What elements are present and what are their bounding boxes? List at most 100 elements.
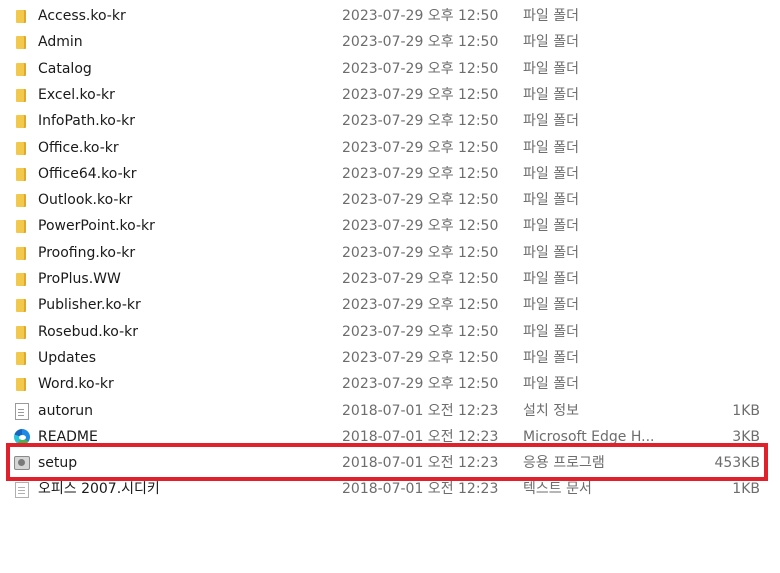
file-name: ProPlus.WW bbox=[38, 271, 121, 287]
file-icon-cell bbox=[14, 476, 32, 502]
file-row[interactable]: Word.ko-kr 2023-07-29 오후 12:50 파일 폴더 bbox=[0, 371, 780, 397]
file-type: 텍스트 문서 bbox=[523, 481, 592, 498]
file-type: 응용 프로그램 bbox=[523, 455, 605, 472]
file-size bbox=[670, 266, 760, 292]
file-name: 오피스 2007.시디키 bbox=[38, 481, 160, 498]
file-size: 1KB bbox=[732, 481, 760, 498]
file-date: 2023-07-29 오후 12:50 bbox=[342, 297, 499, 314]
file-type: 파일 폴더 bbox=[523, 271, 579, 287]
file-row[interactable]: Publisher.ko-kr 2023-07-29 오후 12:50 파일 폴더 bbox=[0, 292, 780, 318]
folder-icon bbox=[16, 273, 24, 286]
file-name: Admin bbox=[38, 34, 83, 51]
file-date: 2023-07-29 오후 12:50 bbox=[342, 165, 499, 182]
file-icon-cell bbox=[14, 319, 32, 345]
file-row[interactable]: Updates 2023-07-29 오후 12:50 파일 폴더 bbox=[0, 345, 780, 371]
file-name: Proofing.ko-kr bbox=[38, 244, 136, 261]
file-size bbox=[670, 161, 760, 187]
file-type: 파일 폴더 bbox=[523, 165, 579, 182]
file-size: 1KB bbox=[732, 402, 760, 419]
file-row[interactable]: ProPlus.WW 2023-07-29 오후 12:50 파일 폴더 bbox=[0, 266, 780, 292]
file-size bbox=[670, 135, 760, 161]
folder-icon bbox=[16, 378, 24, 392]
file-row[interactable]: 오피스 2007.시디키 2018-07-01 오전 12:23 텍스트 문서 1KB bbox=[0, 476, 780, 502]
file-name: README bbox=[38, 428, 98, 445]
folder-icon bbox=[16, 325, 24, 339]
file-size: 3KB bbox=[732, 428, 760, 445]
file-icon-cell bbox=[14, 240, 32, 266]
file-row[interactable]: setup 2018-07-01 오전 12:23 응용 프로그램 453KB bbox=[0, 450, 780, 476]
file-icon-cell bbox=[14, 3, 32, 29]
file-row[interactable]: Office64.ko-kr 2023-07-29 오후 12:50 파일 폴더 bbox=[0, 161, 780, 187]
folder-icon bbox=[16, 194, 24, 208]
file-name: autorun bbox=[38, 402, 94, 419]
file-row[interactable]: InfoPath.ko-kr 2023-07-29 오후 12:50 파일 폴더 bbox=[0, 108, 780, 134]
file-type: 파일 폴더 bbox=[523, 323, 579, 340]
folder-icon bbox=[16, 351, 24, 365]
file-size bbox=[670, 108, 760, 134]
edge-icon bbox=[14, 428, 30, 445]
file-type: 파일 폴더 bbox=[523, 139, 579, 156]
file-icon-cell bbox=[14, 424, 32, 450]
file-date: 2023-07-29 오후 12:50 bbox=[342, 60, 499, 77]
file-size bbox=[670, 292, 760, 318]
file-row[interactable]: autorun 2018-07-01 오전 12:23 설치 정보 1KB bbox=[0, 398, 780, 424]
file-name: setup bbox=[38, 455, 78, 472]
file-name: Rosebud.ko-kr bbox=[38, 323, 139, 340]
folder-icon bbox=[16, 88, 24, 102]
file-date: 2018-07-01 오전 12:23 bbox=[342, 402, 499, 419]
file-name: Publisher.ko-kr bbox=[38, 297, 141, 314]
file-type: 파일 폴더 bbox=[523, 218, 579, 235]
file-type: 파일 폴더 bbox=[523, 349, 579, 366]
file-size bbox=[670, 319, 760, 345]
file-row[interactable]: Rosebud.ko-kr 2023-07-29 오후 12:50 파일 폴더 bbox=[0, 319, 780, 345]
file-date: 2023-07-29 오후 12:50 bbox=[342, 86, 499, 103]
file-size bbox=[670, 345, 760, 371]
file-row[interactable]: README 2018-07-01 오전 12:23 Microsoft Edge … bbox=[0, 424, 780, 450]
file-row[interactable]: Admin 2023-07-29 오후 12:50 파일 폴더 bbox=[0, 29, 780, 55]
file-icon-cell bbox=[14, 398, 32, 424]
folder-icon bbox=[16, 62, 24, 76]
folder-icon bbox=[16, 299, 24, 313]
file-name: Catalog bbox=[38, 60, 92, 77]
file-size bbox=[670, 187, 760, 213]
file-size bbox=[670, 213, 760, 239]
file-size bbox=[670, 240, 760, 266]
folder-icon bbox=[16, 167, 24, 181]
file-name: Office.ko-kr bbox=[38, 139, 119, 156]
file-icon-cell bbox=[14, 108, 32, 134]
file-icon-cell bbox=[14, 29, 32, 55]
file-size bbox=[670, 371, 760, 397]
file-type: 설치 정보 bbox=[523, 402, 579, 419]
file-icon-cell bbox=[14, 56, 32, 82]
file-date: 2018-07-01 오전 12:23 bbox=[342, 455, 499, 472]
file-icon-cell bbox=[14, 345, 32, 371]
file-name: Word.ko-kr bbox=[38, 376, 114, 393]
file-size bbox=[670, 82, 760, 108]
file-row[interactable]: Access.ko-kr 2023-07-29 오후 12:50 파일 폴더 bbox=[0, 3, 780, 29]
folder-icon bbox=[16, 220, 24, 234]
setup-info-icon bbox=[15, 402, 29, 420]
file-row[interactable]: Office.ko-kr 2023-07-29 오후 12:50 파일 폴더 bbox=[0, 135, 780, 161]
file-date: 2023-07-29 오후 12:50 bbox=[342, 34, 499, 51]
file-type: 파일 폴더 bbox=[523, 244, 579, 261]
setup-icon bbox=[14, 456, 30, 471]
file-date: 2023-07-29 오후 12:50 bbox=[342, 139, 499, 156]
text-file-icon bbox=[15, 482, 29, 499]
file-row[interactable]: Proofing.ko-kr 2023-07-29 오후 12:50 파일 폴더 bbox=[0, 240, 780, 266]
file-row[interactable]: Excel.ko-kr 2023-07-29 오후 12:50 파일 폴더 bbox=[0, 82, 780, 108]
file-name: PowerPoint.ko-kr bbox=[38, 218, 155, 235]
file-date: 2023-07-29 오후 12:50 bbox=[342, 244, 499, 261]
file-date: 2023-07-29 오후 12:50 bbox=[342, 192, 499, 209]
file-date: 2023-07-29 오후 12:50 bbox=[342, 323, 499, 340]
file-row[interactable]: Catalog 2023-07-29 오후 12:50 파일 폴더 bbox=[0, 56, 780, 82]
file-size: 453KB bbox=[714, 455, 760, 472]
file-size bbox=[670, 3, 760, 29]
file-row[interactable]: Outlook.ko-kr 2023-07-29 오후 12:50 파일 폴더 bbox=[0, 187, 780, 213]
folder-icon bbox=[16, 10, 24, 23]
file-date: 2023-07-29 오후 12:50 bbox=[342, 113, 499, 130]
file-name: Outlook.ko-kr bbox=[38, 192, 133, 209]
file-type: Microsoft Edge H... bbox=[523, 428, 655, 445]
file-row[interactable]: PowerPoint.ko-kr 2023-07-29 오후 12:50 파일 폴더 bbox=[0, 213, 780, 239]
file-name: Excel.ko-kr bbox=[38, 86, 115, 103]
file-date: 2023-07-29 오후 12:50 bbox=[342, 376, 499, 393]
